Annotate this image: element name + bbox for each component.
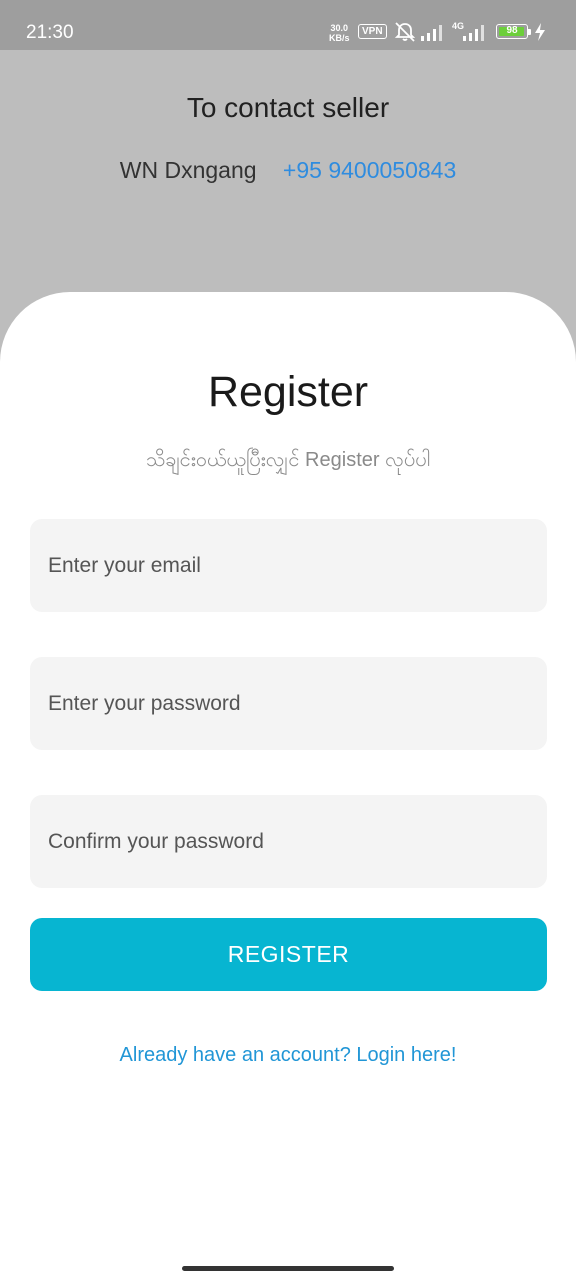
seller-name: WN Dxngang: [119, 157, 257, 183]
home-indicator[interactable]: [182, 1266, 394, 1271]
seller-info: WN Dxngang +95 9400050843: [0, 157, 576, 184]
seller-phone-link[interactable]: +95 9400050843: [283, 157, 456, 183]
login-link[interactable]: Already have an account? Login here!: [0, 1044, 576, 1067]
charging-bolt-icon: [535, 23, 545, 41]
network-speed-value: 30.0: [330, 23, 349, 33]
register-subtitle: သိချင်းဝယ်ယူပြီးလျှင် Register လုပ်ပါ: [145, 449, 431, 471]
email-field[interactable]: [30, 519, 547, 612]
contact-seller-title: To contact seller: [186, 92, 390, 123]
register-button[interactable]: REGISTER: [30, 918, 547, 991]
bell-off-icon: [394, 22, 416, 42]
battery-tip: [528, 29, 531, 35]
password-field[interactable]: [30, 657, 547, 750]
cell-signal-icon: [421, 25, 442, 41]
confirm-password-field[interactable]: [30, 795, 547, 888]
battery-icon: 98: [496, 24, 528, 39]
status-time: 21:30: [26, 22, 74, 43]
battery-level: 98: [506, 25, 518, 36]
register-sheet: Register သိချင်းဝယ်ယူပြီးလျှင် Register …: [0, 292, 576, 1280]
vpn-badge: VPN: [358, 24, 387, 39]
cell-signal-icon: [463, 25, 484, 41]
network-speed-unit: KB/s: [329, 33, 350, 43]
register-title: Register: [207, 368, 369, 416]
status-bar: 21:30 30.0 KB/s VPN 4G 98: [0, 0, 576, 50]
network-speed: 30.0 KB/s: [329, 23, 350, 43]
